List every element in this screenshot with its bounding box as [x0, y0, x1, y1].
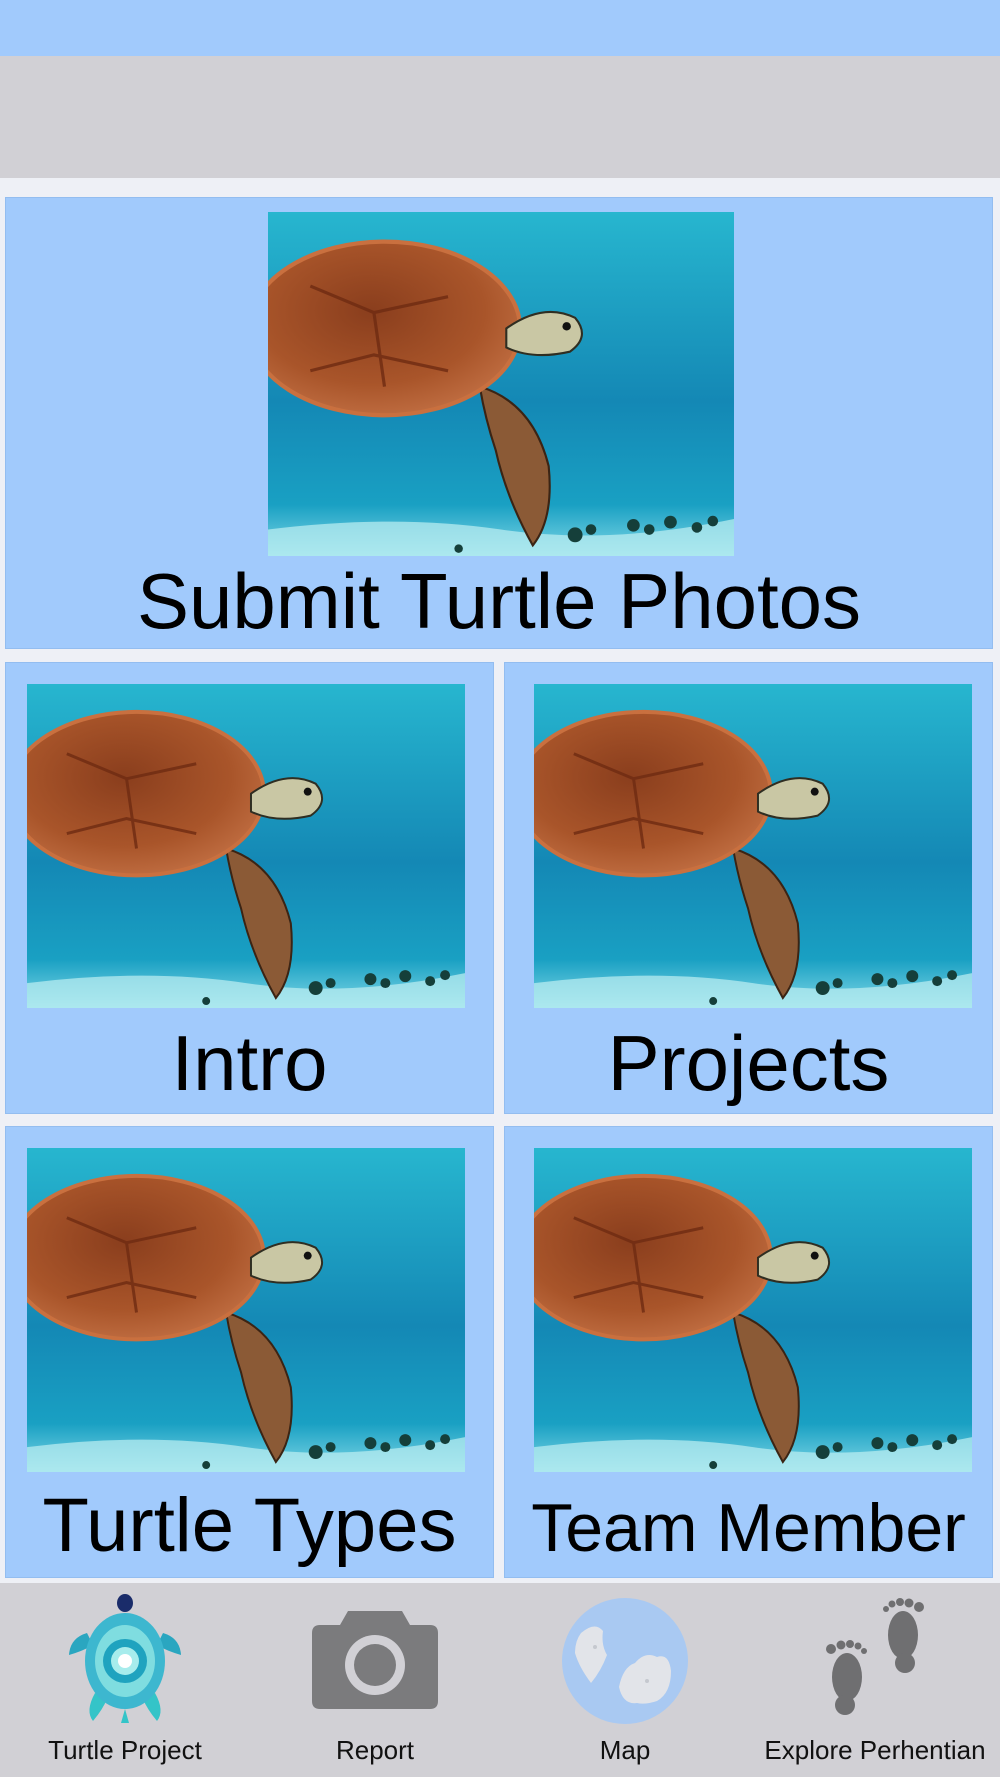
status-bar: [0, 0, 1000, 56]
turtle-photo-image: [27, 684, 465, 1008]
navigation-bar: [0, 56, 1000, 178]
submit-turtle-photos-tile[interactable]: Submit Turtle Photos: [5, 197, 993, 649]
turtle-types-tile[interactable]: Turtle Types: [5, 1126, 494, 1578]
turtle-photo-image: [268, 212, 734, 556]
intro-label: Intro: [171, 1019, 328, 1107]
tab-report[interactable]: Report: [250, 1583, 500, 1777]
intro-tile[interactable]: Intro: [5, 662, 494, 1114]
camera-icon: [310, 1607, 440, 1711]
tab-explore-perhentian[interactable]: Explore Perhentian: [750, 1583, 1000, 1777]
tab-report-label: Report: [335, 1735, 415, 1765]
tab-map-label: Map: [599, 1735, 651, 1765]
footprints-icon: [815, 1593, 935, 1723]
turtle-logo-icon: [65, 1593, 185, 1729]
team-member-label: Team Member: [531, 1490, 966, 1566]
projects-label: Projects: [607, 1019, 890, 1107]
tab-bar: Turtle Project Report Map Explore Perhen…: [0, 1583, 1000, 1777]
tab-turtle-project-label: Turtle Project: [48, 1735, 202, 1765]
turtle-photo-image: [534, 684, 972, 1008]
tab-turtle-project[interactable]: Turtle Project: [0, 1583, 250, 1777]
turtle-photo-image: [534, 1148, 972, 1472]
submit-turtle-photos-label: Submit Turtle Photos: [136, 557, 861, 645]
projects-tile[interactable]: Projects: [504, 662, 993, 1114]
turtle-types-label: Turtle Types: [42, 1483, 457, 1568]
team-member-tile[interactable]: Team Member: [504, 1126, 993, 1578]
globe-map-icon: [561, 1597, 689, 1725]
tab-explore-perhentian-label: Explore Perhentian: [764, 1735, 986, 1765]
tab-map[interactable]: Map: [500, 1583, 750, 1777]
turtle-photo-image: [27, 1148, 465, 1472]
